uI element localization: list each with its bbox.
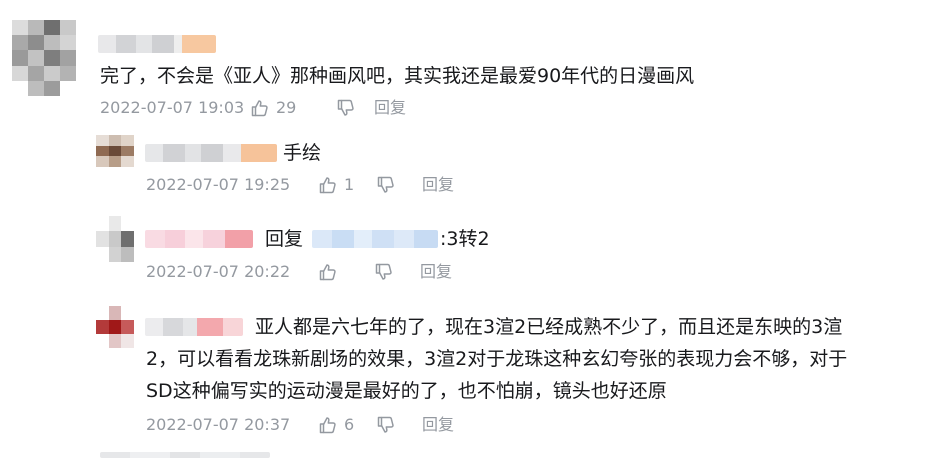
- like-button[interactable]: 1: [318, 175, 376, 195]
- comment-meta: 2022-07-07 19:03 29 回复: [100, 98, 406, 118]
- reply-avatar[interactable]: [96, 216, 134, 262]
- dislike-button[interactable]: [376, 415, 422, 435]
- reply-text-line: SD这种偏写实的运动漫是最好的了，也不怕崩，镜头也好还原: [146, 380, 667, 402]
- dislike-button[interactable]: [336, 98, 374, 118]
- thumb-down-icon: [377, 176, 394, 193]
- reply-meta: 2022-07-07 19:25 1 回复: [146, 175, 454, 195]
- reply-text: 手绘: [283, 142, 322, 164]
- thumb-up-icon: [251, 100, 268, 117]
- comment-text: 完了，不会是《亚人》那种画风吧，其实我还是最爱90年代的日漫画风: [100, 65, 695, 87]
- like-button[interactable]: [318, 262, 374, 282]
- thumb-up-icon: [319, 264, 336, 281]
- thumb-up-icon: [319, 417, 336, 434]
- thumb-down-icon: [337, 99, 354, 116]
- comment-time: 2022-07-07 19:03: [100, 98, 245, 117]
- dislike-button[interactable]: [374, 262, 420, 282]
- reply-time: 2022-07-07 20:37: [146, 415, 291, 434]
- reply-username[interactable]: [145, 144, 277, 162]
- reply-button[interactable]: 回复: [422, 175, 454, 195]
- reply-avatar[interactable]: [96, 135, 134, 167]
- reply-username[interactable]: [145, 318, 243, 336]
- reply-text-line: 亚人都是六七年的了，现在3渲2已经成熟不少了，而且还是东映的3渲: [255, 316, 843, 338]
- mention-username[interactable]: [312, 230, 438, 248]
- reply-button[interactable]: 回复: [422, 415, 454, 435]
- avatar[interactable]: [12, 20, 76, 96]
- more-replies-partial[interactable]: [100, 452, 270, 458]
- reply-meta: 2022-07-07 20:37 6 回复: [146, 415, 454, 435]
- reply-time: 2022-07-07 19:25: [146, 175, 291, 194]
- reply-button[interactable]: 回复: [374, 98, 406, 118]
- reply-meta: 2022-07-07 20:22 回复: [146, 262, 452, 282]
- dislike-button[interactable]: [376, 175, 422, 195]
- reply-prefix: 回复: [265, 228, 304, 250]
- username[interactable]: [98, 35, 216, 53]
- reply-text-line: 2，可以看看龙珠新剧场的效果，3渲2对于龙珠这种玄幻夸张的表现力会不够，对于: [146, 348, 848, 370]
- like-count: 1: [344, 175, 355, 194]
- reply-text: :3转2: [440, 228, 490, 250]
- reply-button[interactable]: 回复: [420, 262, 452, 282]
- like-count: 6: [344, 415, 355, 434]
- thumb-down-icon: [377, 416, 394, 433]
- reply-time: 2022-07-07 20:22: [146, 262, 291, 281]
- like-count: 29: [276, 98, 297, 117]
- thumb-down-icon: [375, 263, 392, 280]
- like-button[interactable]: 6: [318, 415, 376, 435]
- thumb-up-icon: [319, 177, 336, 194]
- reply-username[interactable]: [145, 230, 253, 248]
- reply-avatar[interactable]: [96, 306, 134, 348]
- like-button[interactable]: 29: [250, 98, 316, 118]
